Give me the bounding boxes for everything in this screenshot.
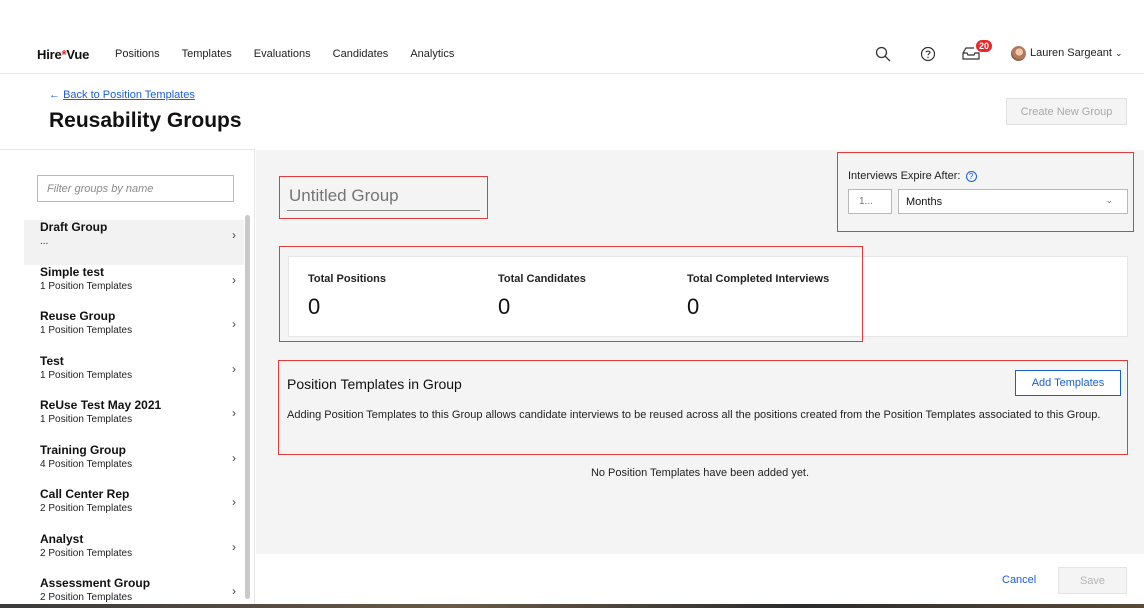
group-template-count: 2 Position Templates: [40, 592, 133, 603]
stat-label: Total Completed Interviews: [687, 273, 830, 285]
cancel-button[interactable]: Cancel: [1002, 574, 1036, 586]
nav-link-evaluations[interactable]: Evaluations: [254, 48, 311, 60]
group-name: Training Group: [40, 442, 126, 457]
group-template-count: 4 Position Templates: [40, 458, 133, 470]
notification-badge: 20: [976, 40, 993, 52]
group-template-count: 1 Position Templates: [40, 414, 133, 425]
chevron-right-icon: ›: [232, 406, 236, 420]
add-templates-button[interactable]: Add Templates: [1015, 370, 1121, 396]
position-templates-section: Position Templates in Group Add Template…: [278, 361, 1128, 455]
group-template-count: 1 Position Templates: [40, 280, 133, 292]
stat-value: 0: [308, 294, 321, 319]
nav-link-candidates[interactable]: Candidates: [333, 48, 389, 60]
group-template-count: 1 Position Templates: [40, 325, 133, 336]
stat-label: Total Candidates: [498, 273, 586, 285]
chevron-right-icon: ›: [232, 361, 236, 376]
section-title: Position Templates in Group: [287, 376, 462, 392]
group-name: Test: [40, 353, 64, 368]
group-item-simple-test[interactable]: Simple test 1 Position Templates ›: [24, 265, 244, 310]
group-item-reuse-group[interactable]: Reuse Group 1 Position Templates ›: [24, 309, 244, 354]
stat-total-positions: Total Positions 0: [308, 273, 386, 320]
group-name: Simple test: [40, 264, 105, 279]
create-new-group-button[interactable]: Create New Group: [1006, 98, 1127, 125]
groups-sidebar: Draft Group ... › Simple test 1 Position…: [0, 149, 255, 608]
expire-duration-input[interactable]: [848, 189, 892, 214]
nav-link-analytics[interactable]: Analytics: [410, 48, 454, 60]
chevron-right-icon: ›: [232, 584, 236, 598]
group-item-call-center-rep[interactable]: Call Center Rep 2 Position Templates ›: [24, 487, 244, 532]
group-list: Draft Group ... › Simple test 1 Position…: [24, 220, 244, 608]
chevron-right-icon: ›: [232, 450, 236, 465]
arrow-left-icon: ←: [49, 89, 60, 101]
group-template-count: 2 Position Templates: [40, 503, 133, 514]
help-icon[interactable]: [920, 46, 936, 62]
chevron-right-icon: ›: [232, 228, 236, 242]
stat-value: 0: [687, 294, 700, 319]
group-name: Analyst: [40, 531, 84, 546]
user-menu[interactable]: Lauren Sargeant ⌄: [1030, 47, 1123, 59]
chevron-right-icon: ›: [232, 495, 236, 509]
stat-label: Total Positions: [308, 273, 387, 285]
group-item-analyst[interactable]: Analyst 2 Position Templates ›: [24, 532, 244, 577]
group-name: Draft Group: [40, 220, 108, 234]
chevron-right-icon: ›: [232, 272, 236, 287]
top-navigation: Hire*Vue Positions Templates Evaluations…: [0, 36, 1144, 74]
page-title: Reusability Groups: [49, 109, 242, 132]
expire-unit-select[interactable]: Months ⌄: [898, 189, 1128, 214]
nav-links: Positions Templates Evaluations Candidat…: [115, 48, 476, 60]
group-item-reuse-test-may-2021[interactable]: ReUse Test May 2021 1 Position Templates…: [24, 398, 244, 443]
group-item-draft-group[interactable]: Draft Group ... ›: [24, 220, 244, 265]
group-name: Call Center Rep: [40, 487, 130, 501]
expire-label: Interviews Expire After: ?: [848, 170, 977, 182]
filter-groups-input[interactable]: [37, 175, 234, 202]
group-name-input[interactable]: [287, 181, 480, 211]
save-button[interactable]: Save: [1058, 567, 1127, 594]
sidebar-scrollbar[interactable]: [245, 215, 250, 599]
expire-unit-value: Months: [906, 196, 943, 208]
group-item-training-group[interactable]: Training Group 4 Position Templates ›: [24, 443, 244, 488]
chevron-down-icon: ⌄: [1115, 48, 1123, 58]
section-description: Adding Position Templates to this Group …: [287, 409, 1101, 421]
avatar[interactable]: [1011, 46, 1026, 61]
stat-total-completed-interviews: Total Completed Interviews 0: [687, 273, 829, 320]
window-bottom-edge: [0, 604, 1144, 608]
chevron-right-icon: ›: [232, 317, 236, 331]
group-template-count: 1 Position Templates: [40, 369, 133, 381]
nav-link-positions[interactable]: Positions: [115, 48, 160, 60]
group-name: Reuse Group: [40, 309, 116, 323]
stat-total-candidates: Total Candidates 0: [498, 273, 586, 320]
back-link-label: Back to Position Templates: [63, 89, 195, 101]
chevron-down-icon: ⌄: [1105, 195, 1113, 205]
hirevue-logo[interactable]: Hire*Vue: [37, 47, 89, 62]
back-link[interactable]: ← Back to Position Templates: [49, 89, 195, 101]
user-name: Lauren Sargeant: [1030, 47, 1112, 59]
logo-text: Vue: [66, 47, 90, 62]
nav-link-templates[interactable]: Templates: [182, 48, 232, 60]
search-icon[interactable]: [875, 46, 891, 62]
empty-state-message: No Position Templates have been added ye…: [590, 467, 810, 479]
group-template-count: ...: [40, 236, 49, 247]
stat-value: 0: [498, 294, 511, 319]
chevron-right-icon: ›: [232, 539, 236, 554]
expire-label-text: Interviews Expire After:: [848, 170, 961, 182]
group-template-count: 2 Position Templates: [40, 547, 133, 559]
stats-card: Total Positions 0 Total Candidates 0 Tot…: [288, 256, 1128, 337]
group-item-test[interactable]: Test 1 Position Templates ›: [24, 354, 244, 399]
group-name: Assessment Group: [40, 576, 151, 590]
logo-text: Hire: [37, 47, 62, 62]
help-icon[interactable]: ?: [965, 171, 977, 182]
group-name: ReUse Test May 2021: [40, 398, 162, 412]
